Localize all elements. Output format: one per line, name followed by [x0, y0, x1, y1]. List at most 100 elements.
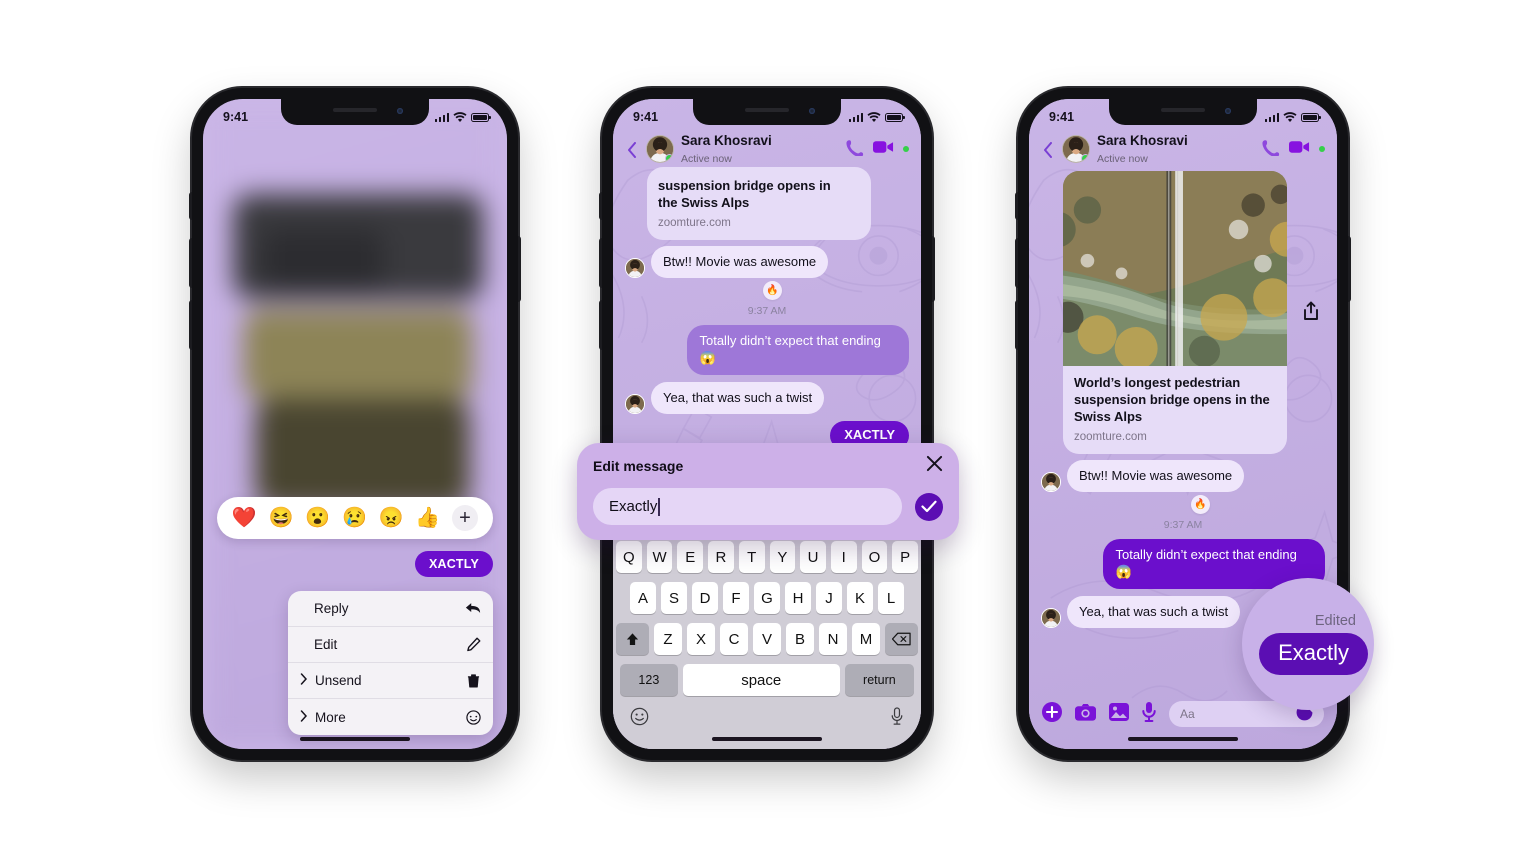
reaction-picker-bar[interactable]: ❤️ 😆 😮 😢 😠 👍 + [217, 497, 493, 539]
key-n[interactable]: N [819, 623, 847, 655]
key-d[interactable]: D [692, 582, 718, 614]
microphone-icon[interactable] [890, 707, 904, 731]
avatar[interactable] [625, 258, 645, 279]
key-q[interactable]: Q [615, 541, 642, 573]
camera-icon[interactable] [1075, 703, 1096, 726]
chevron-right-icon [300, 709, 309, 725]
volume-up-button[interactable] [599, 238, 602, 288]
microphone-icon[interactable] [1142, 701, 1156, 727]
add-reaction-button[interactable]: + [452, 505, 479, 531]
back-chevron-icon[interactable] [625, 142, 639, 158]
laugh-reaction[interactable]: 😆 [269, 508, 294, 528]
key-a[interactable]: A [630, 582, 656, 614]
volume-down-button[interactable] [189, 300, 192, 350]
context-menu-item-edit[interactable]: Edit [288, 627, 493, 663]
volume-down-button[interactable] [599, 300, 602, 350]
mute-switch[interactable] [599, 192, 602, 220]
close-x-icon[interactable] [926, 455, 943, 477]
numbers-key[interactable]: 123 [620, 664, 678, 696]
key-w[interactable]: W [646, 541, 673, 573]
front-camera [397, 108, 403, 114]
key-j[interactable]: J [816, 582, 842, 614]
angry-reaction[interactable]: 😠 [379, 508, 404, 528]
key-t[interactable]: T [738, 541, 765, 573]
shift-arrow-icon[interactable] [616, 623, 649, 655]
message-bubble[interactable]: Totally didn’t expect that ending 😱 [687, 325, 909, 375]
key-b[interactable]: B [786, 623, 814, 655]
key-o[interactable]: O [861, 541, 888, 573]
message-bubble[interactable]: Yea, that was such a twist [651, 381, 825, 415]
wow-reaction[interactable]: 😮 [305, 508, 330, 528]
home-indicator[interactable] [300, 736, 410, 741]
key-r[interactable]: R [708, 541, 734, 573]
key-x[interactable]: X [687, 623, 715, 655]
avatar[interactable] [1041, 472, 1061, 493]
key-k[interactable]: K [847, 582, 873, 614]
fire-reaction-badge[interactable]: 🔥 [1191, 495, 1210, 515]
key-i[interactable]: I [830, 541, 857, 573]
key-z[interactable]: Z [654, 623, 682, 655]
avatar[interactable] [646, 135, 674, 163]
phone-call-icon[interactable] [846, 138, 864, 161]
context-menu-item-unsend[interactable]: Unsend [288, 663, 493, 699]
context-menu-item-reply[interactable]: Reply [288, 591, 493, 627]
contact-info[interactable]: Sara Khosravi Active now [681, 132, 839, 167]
context-menu-item-more[interactable]: More [288, 699, 493, 735]
mute-switch[interactable] [1015, 192, 1018, 220]
contact-info[interactable]: Sara Khosravi Active now [1097, 132, 1255, 167]
return-key[interactable]: return [844, 664, 914, 696]
emoji-smiley-icon[interactable] [630, 707, 649, 731]
heart-reaction[interactable]: ❤️ [232, 508, 257, 528]
volume-up-button[interactable] [1015, 238, 1018, 288]
key-u[interactable]: U [800, 541, 826, 573]
key-c[interactable]: C [720, 623, 748, 655]
key-e[interactable]: E [677, 541, 704, 573]
key-g[interactable]: G [754, 582, 780, 614]
more-circle-icon [465, 709, 481, 725]
key-h[interactable]: H [785, 582, 811, 614]
wifi-icon [867, 111, 881, 122]
home-indicator[interactable] [712, 736, 822, 741]
backspace-icon[interactable] [885, 623, 918, 655]
selected-message-bubble[interactable]: XACTLY [414, 551, 493, 577]
fire-reaction-badge[interactable]: 🔥 [763, 281, 782, 301]
key-l[interactable]: L [878, 582, 904, 614]
home-indicator[interactable] [1128, 736, 1238, 741]
share-upload-icon[interactable] [1299, 299, 1323, 323]
edited-message-bubble[interactable]: Exactly [1259, 633, 1368, 675]
volume-down-button[interactable] [1015, 300, 1018, 350]
avatar[interactable] [1062, 135, 1090, 163]
link-preview-card[interactable]: World’s longest pedestrian suspension br… [1063, 171, 1288, 454]
key-p[interactable]: P [892, 541, 919, 573]
edit-message-input[interactable]: Exactly [593, 488, 902, 525]
avatar[interactable] [625, 394, 645, 415]
key-s[interactable]: S [661, 582, 687, 614]
message-bubble[interactable]: Btw!! Movie was awesome [1067, 459, 1245, 493]
key-y[interactable]: Y [769, 541, 796, 573]
key-f[interactable]: F [723, 582, 749, 614]
photo-gallery-icon[interactable] [1109, 702, 1129, 726]
check-circle-icon[interactable] [915, 492, 943, 521]
phone-2-edit-message: 9:41 Sara Khosravi Active now suspension… [599, 88, 935, 760]
video-camera-icon[interactable] [873, 140, 894, 159]
device-notch [1109, 99, 1257, 125]
link-preview-card[interactable]: suspension bridge opens in the Swiss Alp… [647, 167, 872, 240]
message-context-menu[interactable]: Reply Edit Unsend More [288, 591, 493, 735]
video-camera-icon[interactable] [1289, 140, 1310, 159]
message-bubble[interactable]: Btw!! Movie was awesome [651, 245, 829, 279]
back-chevron-icon[interactable] [1041, 142, 1055, 158]
mute-switch[interactable] [189, 192, 192, 220]
volume-up-button[interactable] [189, 238, 192, 288]
avatar[interactable] [1041, 608, 1061, 629]
phone-call-icon[interactable] [1262, 138, 1280, 161]
edit-message-dialog[interactable]: Edit message Exactly [577, 443, 959, 540]
key-v[interactable]: V [753, 623, 781, 655]
plus-circle-icon[interactable] [1042, 701, 1062, 727]
thumbsup-reaction[interactable]: 👍 [415, 508, 440, 528]
space-key[interactable]: space [682, 664, 840, 696]
message-bubble[interactable]: Yea, that was such a twist [1067, 595, 1241, 629]
sad-reaction[interactable]: 😢 [342, 508, 367, 528]
link-preview-image[interactable] [1063, 171, 1288, 366]
key-m[interactable]: M [852, 623, 880, 655]
on-screen-keyboard[interactable]: Q W E R T Y U I O P A S D F G H J K L Z … [613, 534, 921, 749]
